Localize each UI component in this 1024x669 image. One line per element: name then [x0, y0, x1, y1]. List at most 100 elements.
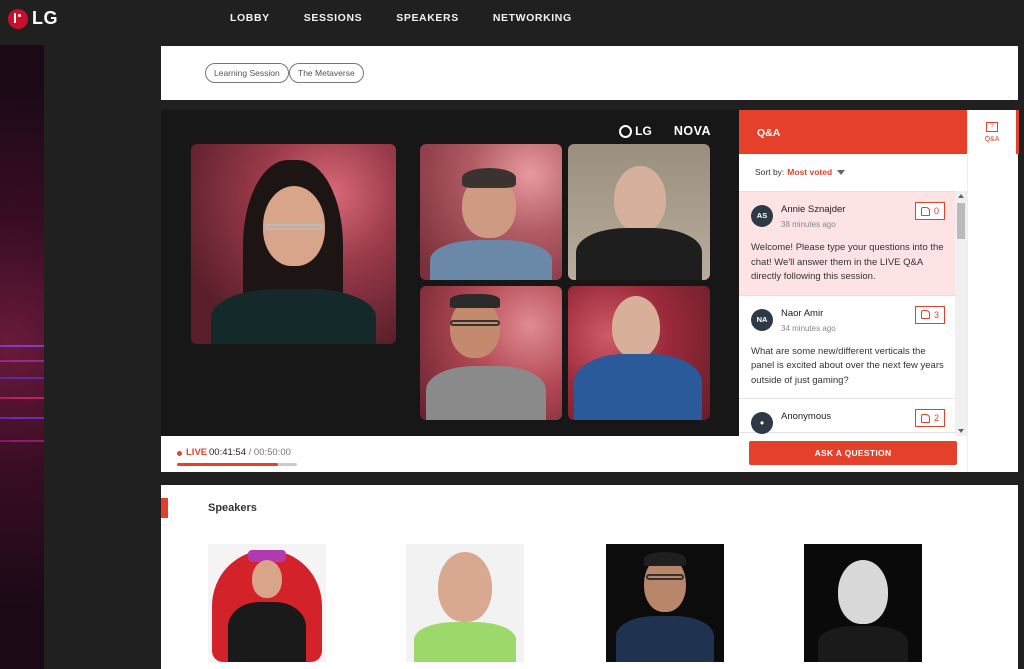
sort-label: Sort by:	[755, 167, 785, 177]
person-clothes	[228, 602, 306, 662]
sort-value: Most voted	[787, 167, 833, 177]
avatar: NA	[751, 308, 773, 331]
lg-logo[interactable]: LG	[8, 8, 58, 29]
background-decoration	[0, 45, 44, 669]
participant-video	[420, 144, 562, 280]
nav-item-lobby[interactable]: LOBBY	[230, 12, 270, 24]
person-face	[438, 552, 492, 622]
thumbs-up-icon	[920, 310, 930, 319]
qa-question-text: Welcome! Please type your questions into…	[751, 242, 944, 282]
participant-video	[568, 286, 710, 420]
qa-timestamp: 34 minutes ago	[781, 323, 836, 333]
thumbs-up-icon	[920, 413, 930, 423]
qa-question-text: What are some new/different verticals th…	[751, 345, 944, 386]
top-navigation-bar: LG LOBBY SESSIONS SPEAKERS NETWORKING	[0, 0, 1024, 38]
qa-question-item: ● Anonymous 2	[739, 399, 955, 434]
player-brand-product: NOVA	[673, 124, 711, 138]
tag-chip[interactable]: Learning Session	[205, 63, 289, 83]
person-clothes	[430, 240, 552, 280]
decor-wave	[0, 417, 44, 419]
ask-question-button[interactable]: ASK A QUESTION	[749, 441, 957, 465]
tag-chip[interactable]: The Metaverse	[289, 63, 364, 83]
main-nav: LOBBY SESSIONS SPEAKERS NETWORKING	[230, 12, 606, 24]
player-brand-logo: LG	[635, 124, 652, 138]
person-hair	[644, 552, 686, 566]
person-hair	[462, 168, 516, 188]
person-clothes	[616, 616, 714, 662]
speaker-photo[interactable]	[804, 544, 922, 662]
person-clothes	[818, 626, 908, 662]
participant-video-main	[191, 144, 396, 344]
person-clothes	[211, 289, 376, 344]
player-status-bar: LIVE 00:41:54 / 00:50:00	[161, 436, 739, 472]
progress-bar[interactable]	[177, 463, 297, 466]
lg-logo-icon	[8, 8, 28, 29]
thumbs-up-icon	[920, 206, 930, 216]
speakers-section: Speakers	[161, 485, 1018, 669]
qa-question-item: AS Annie Sznajder 38 minutes ago Welcome…	[739, 192, 955, 296]
question-icon: ?	[986, 122, 998, 132]
glasses-icon	[450, 320, 500, 326]
lg-mark-icon	[619, 124, 633, 138]
glasses-icon	[265, 224, 323, 230]
participant-video	[568, 144, 710, 280]
progress-fill	[177, 463, 278, 466]
participant-video	[420, 286, 562, 420]
vote-count: 2	[933, 413, 939, 423]
person-face	[838, 560, 888, 624]
side-tab-strip: ? Q&A	[967, 110, 1019, 472]
scroll-down-icon[interactable]	[958, 429, 964, 433]
qa-sort-dropdown[interactable]: Sort by: Most voted	[755, 167, 846, 177]
upvote-button[interactable]: 2	[914, 409, 945, 427]
lg-logo-text: LG	[32, 8, 58, 28]
decor-wave	[0, 345, 44, 347]
video-player[interactable]: LG NOVA	[161, 110, 739, 436]
upvote-button[interactable]: 3	[914, 305, 945, 324]
speaker-photo[interactable]	[606, 544, 724, 662]
nav-item-networking[interactable]: NETWORKING	[493, 12, 572, 24]
session-tags-bar: Learning Session The Metaverse	[161, 46, 1018, 100]
person-face	[612, 296, 660, 358]
nav-item-speakers[interactable]: SPEAKERS	[396, 12, 459, 24]
tab-qa[interactable]: ? Q&A	[968, 110, 1019, 154]
vote-count: 0	[933, 206, 939, 216]
qa-scrollbar[interactable]	[955, 191, 967, 436]
person-clothes	[426, 366, 546, 420]
speaker-photo[interactable]	[406, 544, 524, 662]
speakers-heading: Speakers	[208, 502, 257, 514]
chevron-down-icon	[837, 170, 846, 176]
avatar: AS	[751, 205, 773, 227]
upvote-button[interactable]: 0	[914, 202, 945, 220]
anonymous-user-icon: ●	[751, 412, 773, 434]
qa-panel: Q&A Sort by: Most voted AS Annie Sznajder…	[739, 110, 967, 472]
person-clothes	[576, 228, 702, 280]
live-dot-icon	[177, 451, 182, 456]
qa-question-list[interactable]: AS Annie Sznajder 38 minutes ago Welcome…	[739, 191, 955, 436]
elapsed-time: 00:41:54	[209, 447, 246, 458]
live-label: LIVE	[186, 447, 208, 458]
speaker-photo[interactable]	[208, 544, 326, 662]
person-face	[614, 166, 666, 232]
vote-count: 3	[933, 309, 939, 320]
nav-item-sessions[interactable]: SESSIONS	[304, 12, 362, 24]
time-separator: /	[245, 447, 254, 458]
section-accent	[161, 498, 168, 518]
decor-wave	[0, 377, 44, 379]
playback-timecode: 00:41:54 / 00:50:00	[209, 447, 291, 458]
person-clothes	[574, 354, 702, 420]
total-time: 00:50:00	[253, 447, 291, 458]
decor-wave	[0, 360, 44, 362]
scroll-thumb[interactable]	[957, 203, 965, 239]
person-face	[252, 560, 282, 598]
qa-question-item: NA Naor Amir 34 minutes ago What are som…	[739, 296, 955, 399]
scroll-up-icon[interactable]	[958, 194, 964, 198]
qa-timestamp: 38 minutes ago	[781, 220, 836, 229]
glasses-icon	[646, 574, 684, 580]
person-hair	[450, 294, 500, 308]
decor-wave	[0, 440, 44, 442]
player-brand: LG NOVA	[619, 124, 711, 138]
qa-panel-title: Q&A	[739, 110, 967, 154]
decor-wave	[0, 397, 44, 399]
person-clothes	[414, 622, 516, 662]
tab-qa-label: Q&A	[984, 136, 1000, 143]
